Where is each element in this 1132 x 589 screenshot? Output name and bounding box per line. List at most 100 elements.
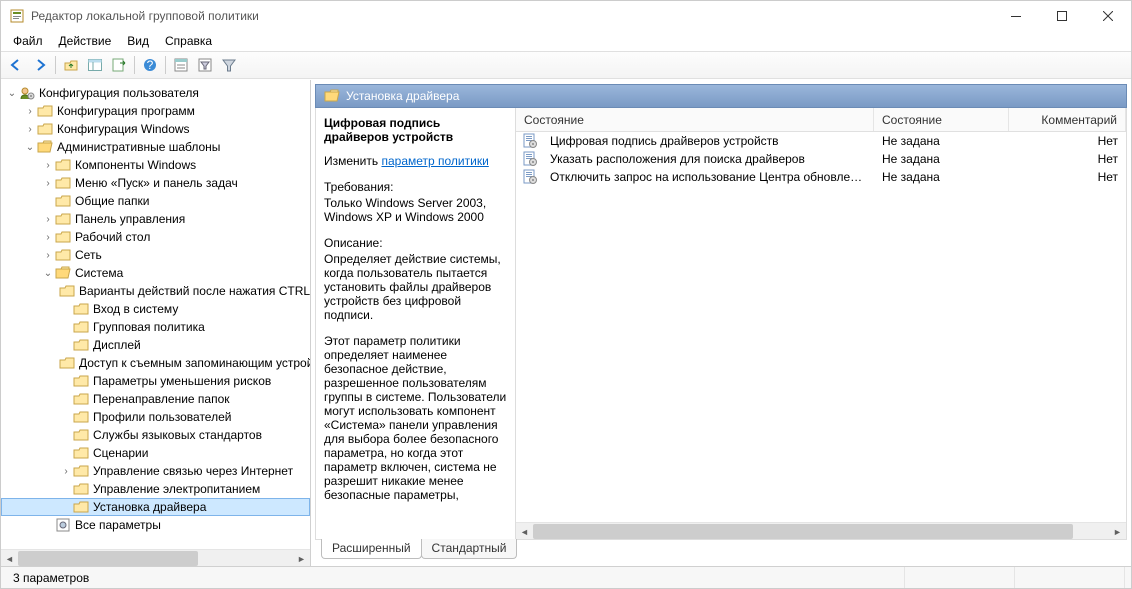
export-list-icon[interactable] [108, 54, 130, 76]
scrollbar-thumb[interactable] [18, 551, 198, 566]
chevron-right-icon[interactable]: › [41, 230, 55, 244]
description-text: Определяет действие системы, когда польз… [324, 252, 507, 322]
tree-item[interactable]: Установка драйвера [1, 498, 310, 516]
list-rows[interactable]: Цифровая подпись драйверов устройствНе з… [516, 132, 1126, 522]
tree-item-label: Управление связью через Интернет [93, 464, 293, 478]
policy-setting-icon [522, 169, 538, 185]
folder-open-icon [324, 88, 340, 104]
folder-icon [55, 229, 71, 245]
maximize-button[interactable] [1039, 1, 1085, 31]
filter-icon[interactable] [218, 54, 240, 76]
folder-icon [37, 121, 53, 137]
folder-icon [37, 103, 53, 119]
chevron-down-icon[interactable]: ⌄ [41, 266, 55, 280]
tree-item[interactable]: Доступ к съемным запоминающим устройства… [1, 354, 310, 372]
up-level-icon[interactable] [60, 54, 82, 76]
tree-item[interactable]: Вход в систему [1, 300, 310, 318]
folder-icon [73, 391, 89, 407]
chevron-down-icon[interactable]: ⌄ [5, 86, 19, 100]
folder-open-icon [55, 265, 71, 281]
tree-item[interactable]: ⌄Система [1, 264, 310, 282]
tree-item[interactable]: ⌄Административные шаблоны [1, 138, 310, 156]
tree-item[interactable]: › Конфигурация программ [1, 102, 310, 120]
tree-item[interactable]: Управление электропитанием [1, 480, 310, 498]
chevron-right-icon[interactable]: › [41, 248, 55, 262]
tree-item[interactable]: Параметры уменьшения рисков [1, 372, 310, 390]
scroll-right-icon[interactable]: ► [1109, 523, 1126, 539]
chevron-right-icon[interactable]: › [41, 176, 55, 190]
tree-item[interactable]: Общие папки [1, 192, 310, 210]
menu-help[interactable]: Справка [157, 32, 220, 50]
chevron-right-icon[interactable]: › [41, 158, 55, 172]
tree-item-label: Управление электропитанием [93, 482, 260, 496]
tree-item[interactable]: Все параметры [1, 516, 310, 534]
list-item[interactable]: Указать расположения для поиска драйверо… [516, 150, 1126, 168]
scroll-right-icon[interactable]: ► [293, 550, 310, 566]
tree-item[interactable]: ›Рабочий стол [1, 228, 310, 246]
menu-action[interactable]: Действие [51, 32, 120, 50]
chevron-right-icon[interactable]: › [59, 464, 73, 478]
status-cell-3 [1015, 567, 1125, 588]
scrollbar-thumb[interactable] [533, 524, 1073, 539]
tree-horizontal-scrollbar[interactable]: ◄ ► [1, 549, 310, 566]
help-icon[interactable]: ? [139, 54, 161, 76]
view-tabs: Расширенный Стандартный [315, 540, 1127, 562]
chevron-right-icon[interactable]: › [23, 122, 37, 136]
tree-item[interactable]: ⌄Конфигурация пользователя [1, 84, 310, 102]
minimize-button[interactable] [993, 1, 1039, 31]
list-item[interactable]: Цифровая подпись драйверов устройствНе з… [516, 132, 1126, 150]
chevron-right-icon[interactable]: › [23, 104, 37, 118]
folder-icon [73, 373, 89, 389]
filter-options-icon[interactable] [194, 54, 216, 76]
tree-item[interactable]: ›Панель управления [1, 210, 310, 228]
tab-extended[interactable]: Расширенный [321, 539, 422, 559]
tree-item[interactable]: ›Меню «Пуск» и панель задач [1, 174, 310, 192]
setting-state: Не задана [874, 170, 1009, 184]
tree-item[interactable]: ›Конфигурация Windows [1, 120, 310, 138]
tree-item[interactable]: ›Компоненты Windows [1, 156, 310, 174]
column-header-comment[interactable]: Комментарий [1009, 108, 1126, 131]
tree-item[interactable]: Сценарии [1, 444, 310, 462]
menu-file[interactable]: Файл [5, 32, 51, 50]
folder-icon [59, 283, 75, 299]
tree-item-label: Службы языковых стандартов [93, 428, 262, 442]
tree-scroll[interactable]: ⌄Конфигурация пользователя›Конфигурация … [1, 80, 310, 549]
close-button[interactable] [1085, 1, 1131, 31]
menu-view[interactable]: Вид [119, 32, 157, 50]
folder-icon [55, 193, 71, 209]
setting-state: Не задана [874, 152, 1009, 166]
tree-item[interactable]: Групповая политика [1, 318, 310, 336]
tree-item[interactable]: Профили пользователей [1, 408, 310, 426]
toolbar-separator [134, 56, 135, 74]
scroll-left-icon[interactable]: ◄ [1, 550, 18, 566]
tree-item[interactable]: Дисплей [1, 336, 310, 354]
setting-comment: Нет [1009, 134, 1126, 148]
tree-item[interactable]: Перенаправление папок [1, 390, 310, 408]
menubar: Файл Действие Вид Справка [1, 31, 1131, 51]
scroll-left-icon[interactable]: ◄ [516, 523, 533, 539]
column-header-name[interactable]: Состояние [516, 108, 874, 131]
forward-arrow-icon[interactable] [29, 54, 51, 76]
category-header: Установка драйвера [315, 84, 1127, 108]
tree-item[interactable]: ›Сеть [1, 246, 310, 264]
show-hide-tree-icon[interactable] [84, 54, 106, 76]
setting-name: Указать расположения для поиска драйверо… [542, 152, 874, 166]
tree-item-label: Перенаправление папок [93, 392, 230, 406]
tab-standard[interactable]: Стандартный [421, 539, 518, 559]
chevron-down-icon[interactable]: ⌄ [23, 140, 37, 154]
edit-policy-link[interactable]: параметр политики [381, 154, 488, 168]
body-area: ⌄Конфигурация пользователя›Конфигурация … [1, 79, 1131, 566]
setting-name: Отключить запрос на использование Центра… [542, 170, 874, 184]
tree-item[interactable]: Варианты действий после нажатия CTRL+ALT… [1, 282, 310, 300]
folder-icon [73, 427, 89, 443]
list-horizontal-scrollbar[interactable]: ◄ ► [516, 522, 1126, 539]
back-arrow-icon[interactable] [5, 54, 27, 76]
tree-item-label: Конфигурация программ [57, 104, 195, 118]
tree-item-label: Вход в систему [93, 302, 178, 316]
properties-icon[interactable] [170, 54, 192, 76]
list-item[interactable]: Отключить запрос на использование Центра… [516, 168, 1126, 186]
tree-item[interactable]: Службы языковых стандартов [1, 426, 310, 444]
column-header-state[interactable]: Состояние [874, 108, 1009, 131]
chevron-right-icon[interactable]: › [41, 212, 55, 226]
tree-item[interactable]: › Управление связью через Интернет [1, 462, 310, 480]
